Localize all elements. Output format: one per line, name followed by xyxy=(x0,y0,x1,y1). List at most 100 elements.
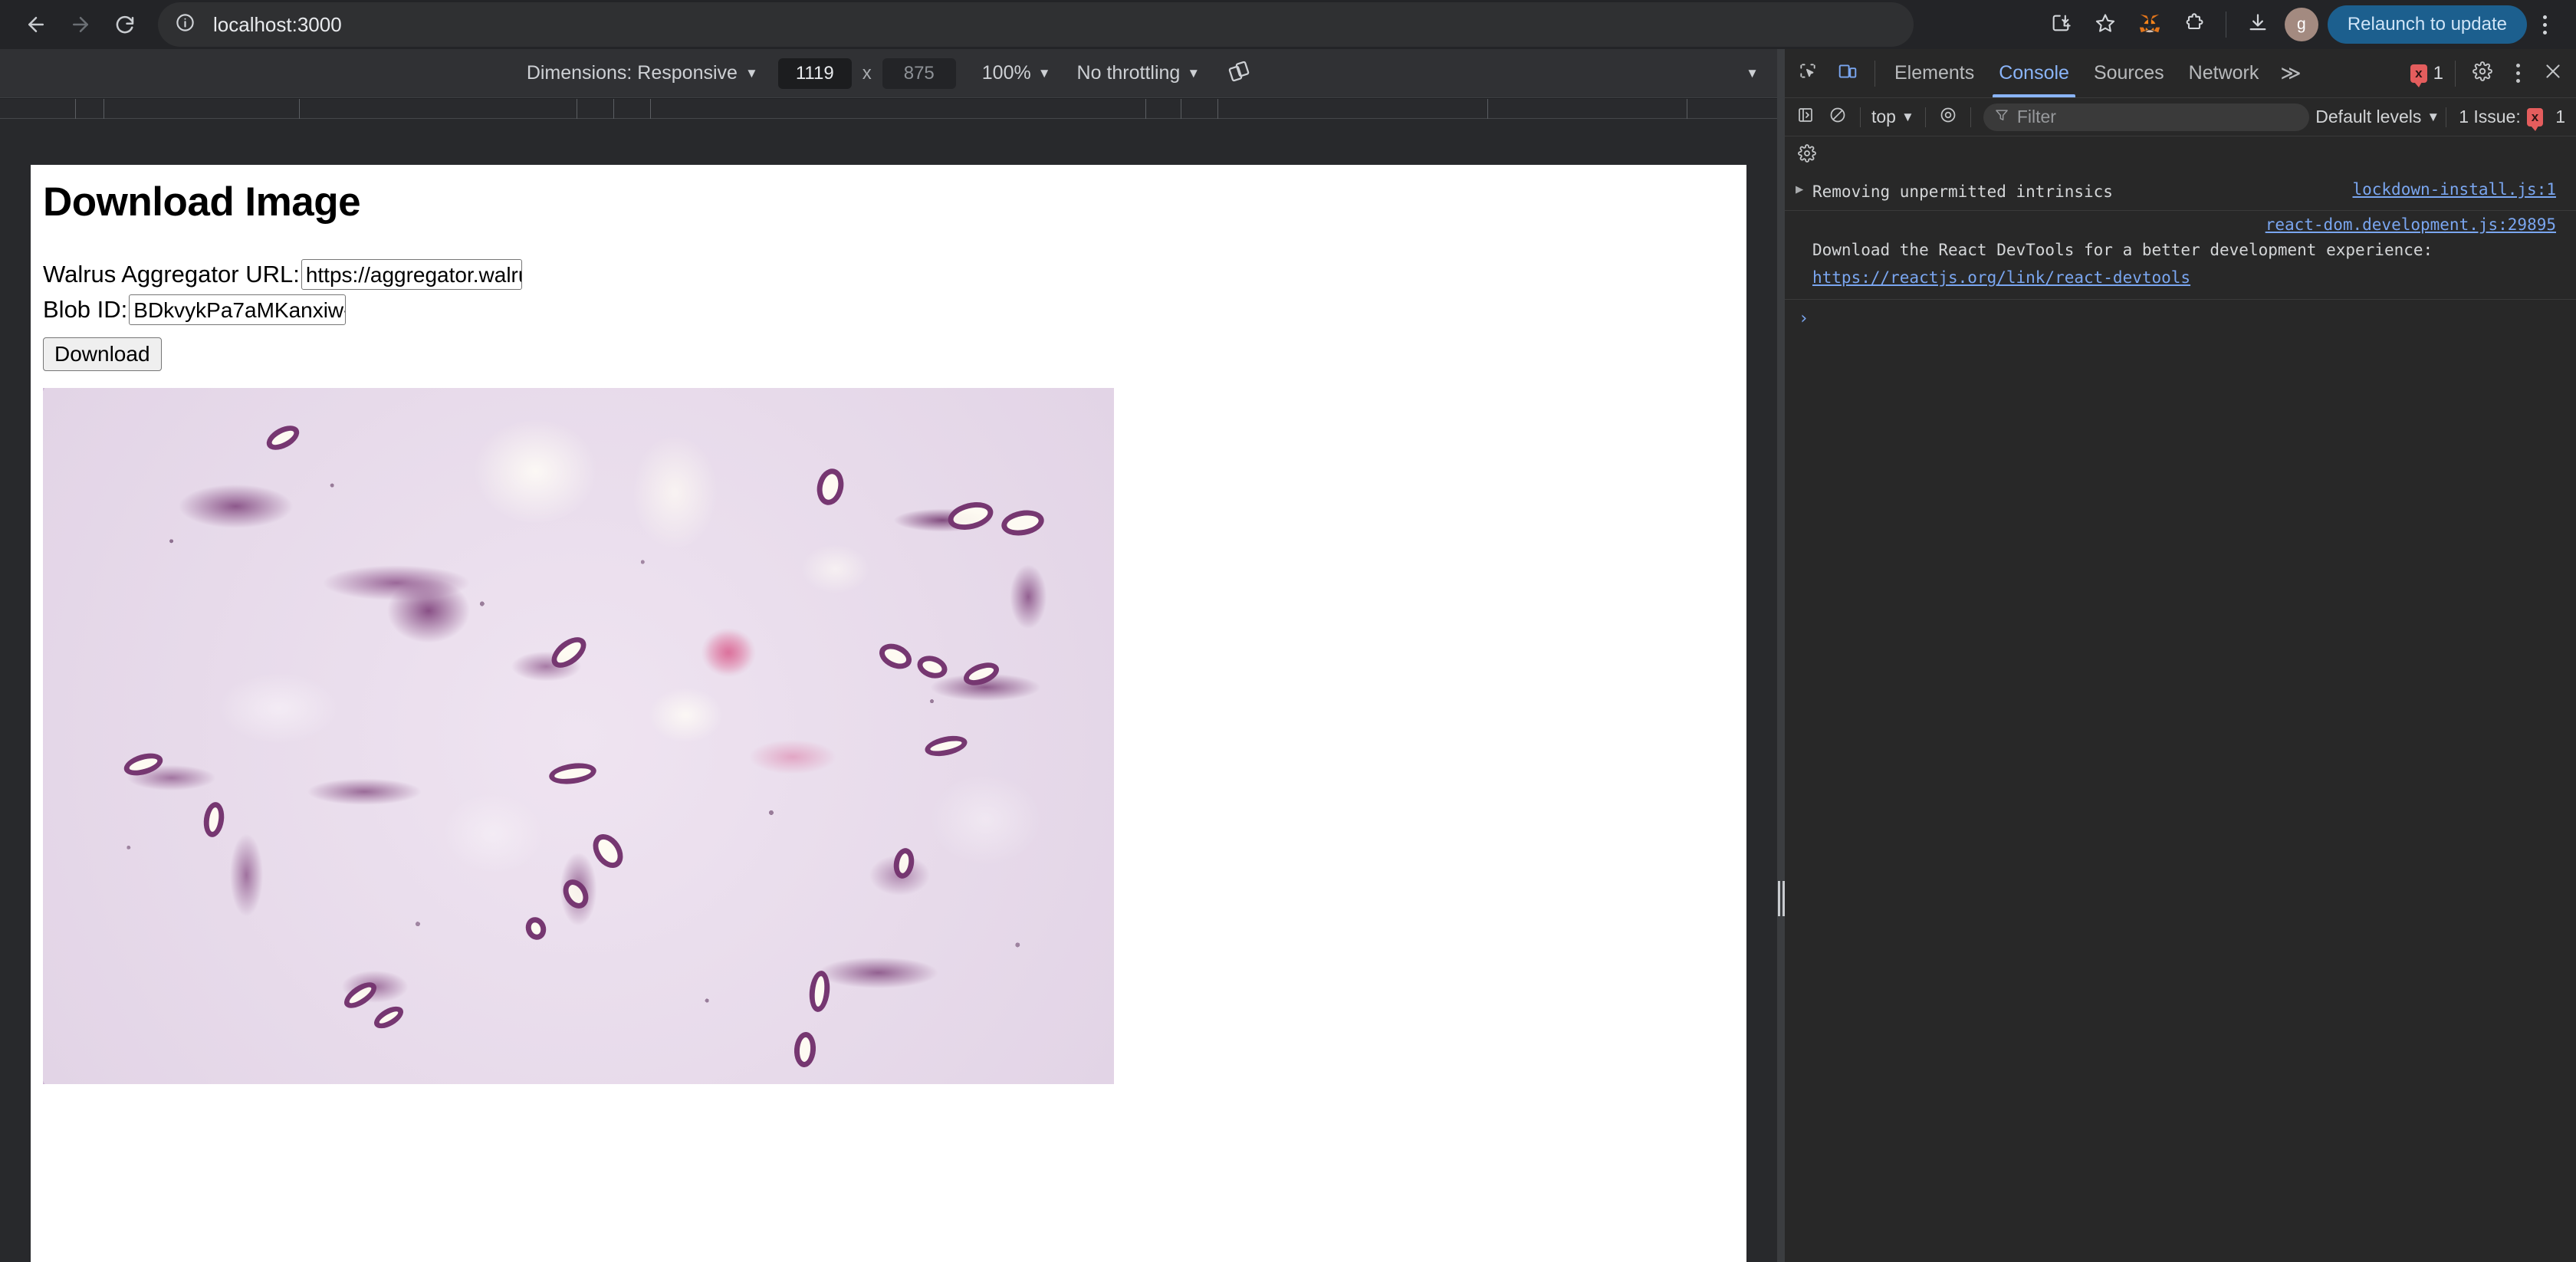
rotate-device-button[interactable] xyxy=(1227,60,1250,87)
arrow-left-icon xyxy=(25,13,48,36)
tab-elements[interactable]: Elements xyxy=(1882,50,1986,97)
console-message-source-link[interactable]: react-dom.development.js:29895 xyxy=(2266,215,2556,234)
error-badge-icon[interactable]: x xyxy=(2410,64,2427,87)
console-settings-row xyxy=(1785,136,2576,173)
dimensions-dropdown[interactable]: Dimensions: Responsive ▼ xyxy=(527,62,758,84)
clear-console-button[interactable] xyxy=(1822,101,1854,133)
log-levels-dropdown[interactable]: Default levels ▼ xyxy=(2315,107,2440,127)
console-message-link[interactable]: https://reactjs.org/link/react-devtools xyxy=(1812,266,2556,291)
walrus-aggregator-url-input[interactable]: https://aggregator.walru xyxy=(301,259,522,290)
issues-count: 1 xyxy=(2555,107,2565,127)
blob-id-label: Blob ID: xyxy=(43,296,128,323)
downloads-button[interactable] xyxy=(2236,2,2280,47)
tab-console[interactable]: Console xyxy=(1986,50,2082,97)
dimension-multiply-symbol: x xyxy=(862,62,872,84)
console-settings-button[interactable] xyxy=(1791,139,1823,171)
emulated-viewport-area: Download Image Walrus Aggregator URL: ht… xyxy=(0,119,1777,1262)
console-message[interactable]: react-dom.development.js:29895 Download … xyxy=(1785,211,2576,301)
console-message[interactable]: ▶ Removing unpermitted intrinsics lockdo… xyxy=(1785,173,2576,212)
error-count: 1 xyxy=(2433,62,2443,84)
viewport-width-input[interactable]: 1119 xyxy=(777,58,852,89)
forward-button[interactable] xyxy=(58,2,103,47)
avatar[interactable]: g xyxy=(2284,8,2318,41)
devtools-menu-button[interactable] xyxy=(2502,54,2533,94)
install-app-button[interactable] xyxy=(2039,2,2083,47)
issues-summary[interactable]: 1 Issue: x 1 xyxy=(2453,107,2571,131)
site-info-button[interactable] xyxy=(167,7,202,42)
ruler-tick xyxy=(75,99,76,119)
metamask-fox-icon xyxy=(2138,12,2161,38)
blob-id-input[interactable]: BDkvykPa7aMKanxiw-i xyxy=(129,294,347,325)
console-prompt-chevron-icon: › xyxy=(1799,309,1809,329)
chevron-down-icon: ▼ xyxy=(1901,109,1914,124)
throttling-value: No throttling xyxy=(1076,62,1181,84)
zoom-dropdown[interactable]: 100% ▼ xyxy=(982,62,1051,84)
rotate-device-icon xyxy=(1227,60,1250,87)
blob-id-row: Blob ID: BDkvykPa7aMKanxiw-i xyxy=(43,294,1746,325)
browser-toolbar-actions: g Relaunch to update xyxy=(2039,2,2576,47)
kebab-dot xyxy=(2542,15,2547,19)
panel-splitter[interactable] xyxy=(1777,49,1785,1262)
downloaded-image xyxy=(43,388,1114,1084)
more-tabs-button[interactable]: ≫ xyxy=(2271,61,2310,85)
download-tray-icon xyxy=(2247,12,2269,38)
download-button[interactable]: Download xyxy=(43,337,162,371)
chevron-down-icon: ▼ xyxy=(1037,65,1051,81)
tabbar-divider xyxy=(2455,60,2456,87)
console-message-body: Download the React DevTools for a better… xyxy=(1812,238,2556,290)
kebab-dot xyxy=(2542,30,2547,35)
issue-badge-icon: x xyxy=(2526,107,2544,131)
console-toolbar-divider xyxy=(1970,107,1971,127)
back-button[interactable] xyxy=(14,2,58,47)
bookmark-button[interactable] xyxy=(2083,2,2128,47)
device-bar-overflow-button[interactable]: ▼ xyxy=(1746,66,1759,81)
issues-label: 1 Issue: xyxy=(2459,107,2521,127)
console-toolbar-divider xyxy=(1860,107,1861,127)
kebab-dot xyxy=(2515,79,2520,83)
throttling-dropdown[interactable]: No throttling ▼ xyxy=(1077,62,1201,84)
gear-icon xyxy=(2472,61,2492,85)
browser-menu-button[interactable] xyxy=(2527,2,2562,47)
zoom-value: 100% xyxy=(981,62,1031,84)
console-filter-placeholder: Filter xyxy=(2016,107,2056,127)
device-emulation-toolbar: Dimensions: Responsive ▼ 1119 x 875 100%… xyxy=(0,49,1777,98)
inspect-element-icon xyxy=(1798,61,1818,85)
close-devtools-button[interactable] xyxy=(2533,54,2573,94)
devtools-settings-button[interactable] xyxy=(2463,54,2502,94)
live-expression-eye-icon xyxy=(1939,106,1957,128)
devtools-panel: Elements Console Sources Network ≫ x 1 t… xyxy=(1785,49,2576,1262)
toggle-device-toolbar-button[interactable] xyxy=(1828,54,1868,94)
install-app-icon xyxy=(2050,12,2072,38)
expand-arrow-icon[interactable]: ▶ xyxy=(1796,182,1803,197)
chevron-down-icon: ▼ xyxy=(1187,65,1201,81)
reload-button[interactable] xyxy=(103,2,147,47)
viewport-ruler[interactable] xyxy=(0,99,1777,119)
chevron-down-icon: ▼ xyxy=(744,65,758,81)
console-sidebar-button[interactable] xyxy=(1789,101,1822,133)
console-filter-input[interactable]: Filter xyxy=(1983,103,2310,131)
tab-network[interactable]: Network xyxy=(2177,50,2272,97)
tab-sources[interactable]: Sources xyxy=(2082,50,2177,97)
address-bar[interactable]: localhost:3000 xyxy=(158,2,1914,47)
execution-context-dropdown[interactable]: top ▼ xyxy=(1867,107,1919,127)
metamask-extension-button[interactable] xyxy=(2128,2,2172,47)
console-message-text: Removing unpermitted intrinsics xyxy=(1812,182,2113,201)
filter-funnel-icon xyxy=(1994,107,2009,127)
inspect-element-button[interactable] xyxy=(1788,54,1828,94)
gear-icon xyxy=(1798,143,1816,166)
viewport-height-input[interactable]: 875 xyxy=(882,58,956,89)
arrow-right-icon xyxy=(69,13,92,36)
relaunch-to-update-button[interactable]: Relaunch to update xyxy=(2327,5,2527,44)
console-message-list: ▶ Removing unpermitted intrinsics lockdo… xyxy=(1785,173,2576,1262)
info-circle-icon xyxy=(175,12,196,37)
ruler-tick xyxy=(650,99,651,119)
console-toolbar-divider xyxy=(1924,107,1926,127)
live-expression-button[interactable] xyxy=(1932,101,1964,133)
page-title: Download Image xyxy=(43,179,361,225)
ruler-tick xyxy=(613,99,614,119)
console-message-source-link[interactable]: lockdown-install.js:1 xyxy=(2352,180,2556,199)
console-prompt[interactable]: › xyxy=(1785,300,2576,337)
extensions-button[interactable] xyxy=(2172,2,2216,47)
kebab-dot xyxy=(2515,71,2520,75)
ruler-tick xyxy=(1217,99,1218,119)
